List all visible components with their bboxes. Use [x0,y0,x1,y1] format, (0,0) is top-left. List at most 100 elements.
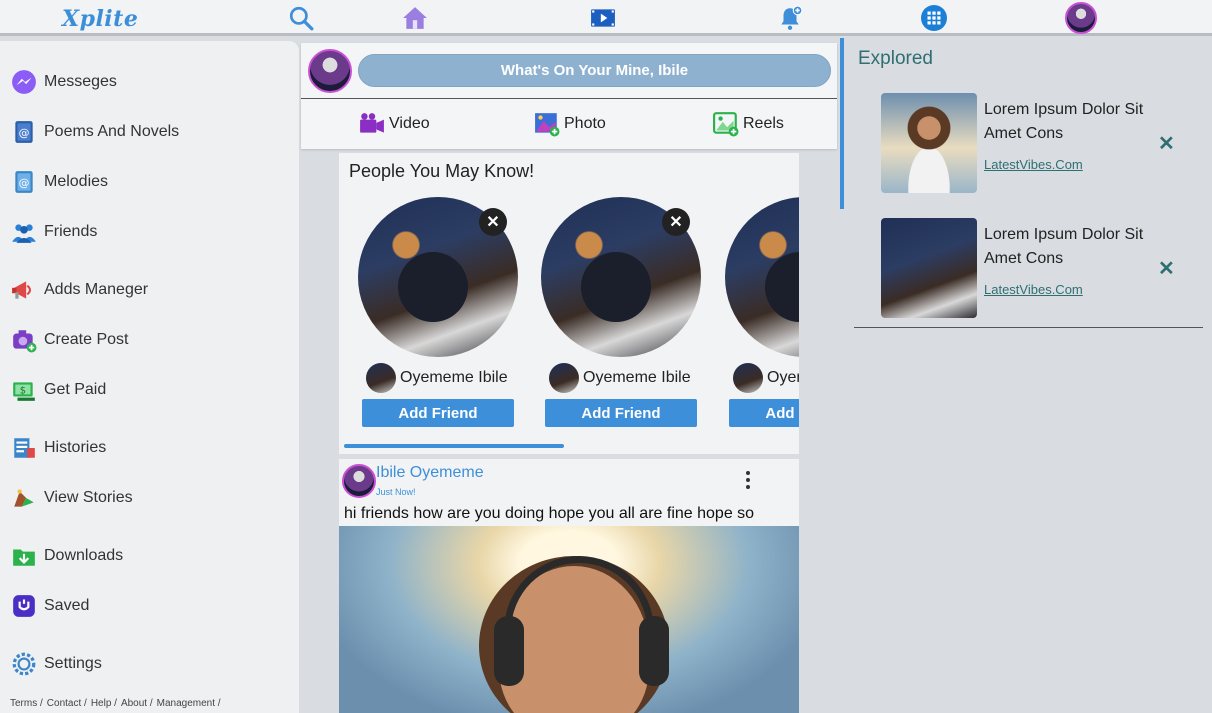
add-friend-button[interactable]: Add Friend [362,399,514,427]
composer-avatar[interactable] [308,49,352,93]
sidebar-item-label: Downloads [44,547,124,564]
post-options-icon[interactable] [744,471,752,489]
sidebar-item-label: Melodies [44,173,109,190]
explored-thumbnail[interactable] [881,93,977,193]
suggestion-name[interactable]: Oyememe Ibile [400,369,508,387]
reels-icon [713,112,739,137]
sidebar-item-poems-and-novels[interactable]: @ Poems And Novels [10,117,179,147]
suggestion-card: ✕ Oyememe Ibile Add Friend [541,197,701,427]
post-author-avatar[interactable] [342,464,376,498]
pymk-scrollbar[interactable] [344,444,564,448]
messenger-icon [10,68,38,96]
sidebar-item-get-paid[interactable]: $ Get Paid [10,375,106,405]
sidebar-item-histories[interactable]: Histories [10,433,106,463]
dismiss-explored-button[interactable]: ✕ [1158,131,1175,156]
friends-icon [10,218,38,246]
suggestion-name[interactable]: Oyememe Ibile [767,369,799,387]
sidebar-item-label: Create Post [44,331,129,348]
sidebar-item-label: View Stories [44,489,133,506]
sidebar-item-friends[interactable]: Friends [10,217,97,247]
camera-add-icon [10,326,38,354]
footer-link-contact[interactable]: Contact / [47,698,87,709]
composer-reels-button[interactable]: Reels [713,109,784,139]
suggestion-card: ✕ Oyememe Ibile Add Friend [725,197,799,427]
gear-icon [10,650,38,678]
explored-item-link[interactable]: LatestVibes.Com [984,282,1083,297]
footer-link-terms[interactable]: Terms / [10,698,43,709]
suggestion-card: ✕ Oyememe Ibile Add Friend [358,197,518,427]
sidebar-item-ads-manager[interactable]: Adds Maneger [10,275,148,305]
suggestion-name[interactable]: Oyememe Ibile [583,369,691,387]
composer-video-label: Video [389,115,430,132]
footer-link-help[interactable]: Help / [91,698,117,709]
composer-reels-label: Reels [743,115,784,132]
apps-grid-icon[interactable] [920,4,948,32]
sidebar-item-label: Adds Maneger [44,281,149,298]
post-timestamp: Just Now! [376,487,416,497]
composer-photo-label: Photo [564,115,606,132]
explored-divider [854,327,1203,328]
people-you-may-know: People You May Know! ✕ Oyememe Ibile Add… [339,153,799,454]
explored-thumbnail[interactable] [881,218,977,318]
money-icon: $ [10,376,38,404]
explored-item-title[interactable]: Lorem Ipsum Dolor Sit Amet Cons [984,98,1144,146]
notification-bell-icon[interactable] [776,4,804,32]
add-friend-button[interactable]: Add Friend [729,399,799,427]
sidebar-item-label: Get Paid [44,381,107,398]
explored-item-title[interactable]: Lorem Ipsum Dolor Sit Amet Cons [984,223,1144,271]
add-friend-button[interactable]: Add Friend [545,399,697,427]
sidebar-item-melodies[interactable]: @ Melodies [10,167,108,197]
center-scrollbar[interactable] [840,38,844,209]
suggestion-identity: Oyememe Ibile [549,363,701,393]
composer-video-button[interactable]: Video [359,109,430,139]
sidebar-item-view-stories[interactable]: View Stories [10,483,133,513]
download-folder-icon [10,542,38,570]
footer-link-management[interactable]: Management / [157,698,221,709]
dismiss-suggestion-button[interactable]: ✕ [662,208,690,236]
feed-post: Ibile Oyememe Just Now! hi friends how a… [339,459,799,713]
dismiss-explored-button[interactable]: ✕ [1158,256,1175,281]
saved-icon [10,592,38,620]
explored-item[interactable]: Lorem Ipsum Dolor Sit Amet Cons LatestVi… [881,93,1181,193]
sidebar-item-label: Friends [44,223,98,240]
sidebar-item-label: Poems And Novels [44,123,180,140]
profile-avatar[interactable] [1065,2,1097,34]
sidebar-item-saved[interactable]: Saved [10,591,89,621]
sidebar-item-messages[interactable]: Messeges [10,67,117,97]
suggestion-avatar[interactable] [733,363,763,393]
suggestion-avatar[interactable] [549,363,579,393]
sidebar-item-settings[interactable]: Settings [10,649,102,679]
sidebar: Messeges @ Poems And Novels @ Melodies F… [0,41,299,713]
svg-text:$: $ [20,385,26,396]
composer-divider [301,98,837,99]
music-book-icon: @ [10,168,38,196]
video-icon[interactable] [589,4,617,32]
suggestion-identity: Oyememe Ibile [733,363,799,393]
explored-title: Explored [858,48,933,69]
explored-item[interactable]: Lorem Ipsum Dolor Sit Amet Cons LatestVi… [881,218,1181,318]
dismiss-suggestion-button[interactable]: ✕ [479,208,507,236]
post-image[interactable] [339,526,799,713]
footer-link-about[interactable]: About / [121,698,153,709]
svg-text:@: @ [19,126,30,139]
video-camera-icon [360,113,384,133]
home-icon[interactable] [401,4,429,32]
suggestion-identity: Oyememe Ibile [366,363,518,393]
app-logo[interactable]: Xplite [62,6,138,32]
sidebar-item-label: Settings [44,655,102,672]
explored-item-link[interactable]: LatestVibes.Com [984,157,1083,172]
suggestion-photo[interactable] [725,197,799,357]
photo-add-icon [535,113,560,137]
post-author-name[interactable]: Ibile Oyememe [376,464,484,482]
sidebar-item-create-post[interactable]: Create Post [10,325,128,355]
post-text: hi friends how are you doing hope you al… [344,505,755,522]
composer-photo-button[interactable]: Photo [534,109,606,139]
search-icon[interactable] [287,4,315,32]
suggestion-avatar[interactable] [366,363,396,393]
pymk-title: People You May Know! [349,161,535,181]
sidebar-item-downloads[interactable]: Downloads [10,541,123,571]
footer-links: Terms / Contact / Help / About / Managem… [10,698,221,709]
sidebar-item-label: Messeges [44,73,117,90]
whats-on-your-mind-button[interactable]: What's On Your Mine, Ibile [358,54,831,87]
megaphone-icon [10,276,38,304]
